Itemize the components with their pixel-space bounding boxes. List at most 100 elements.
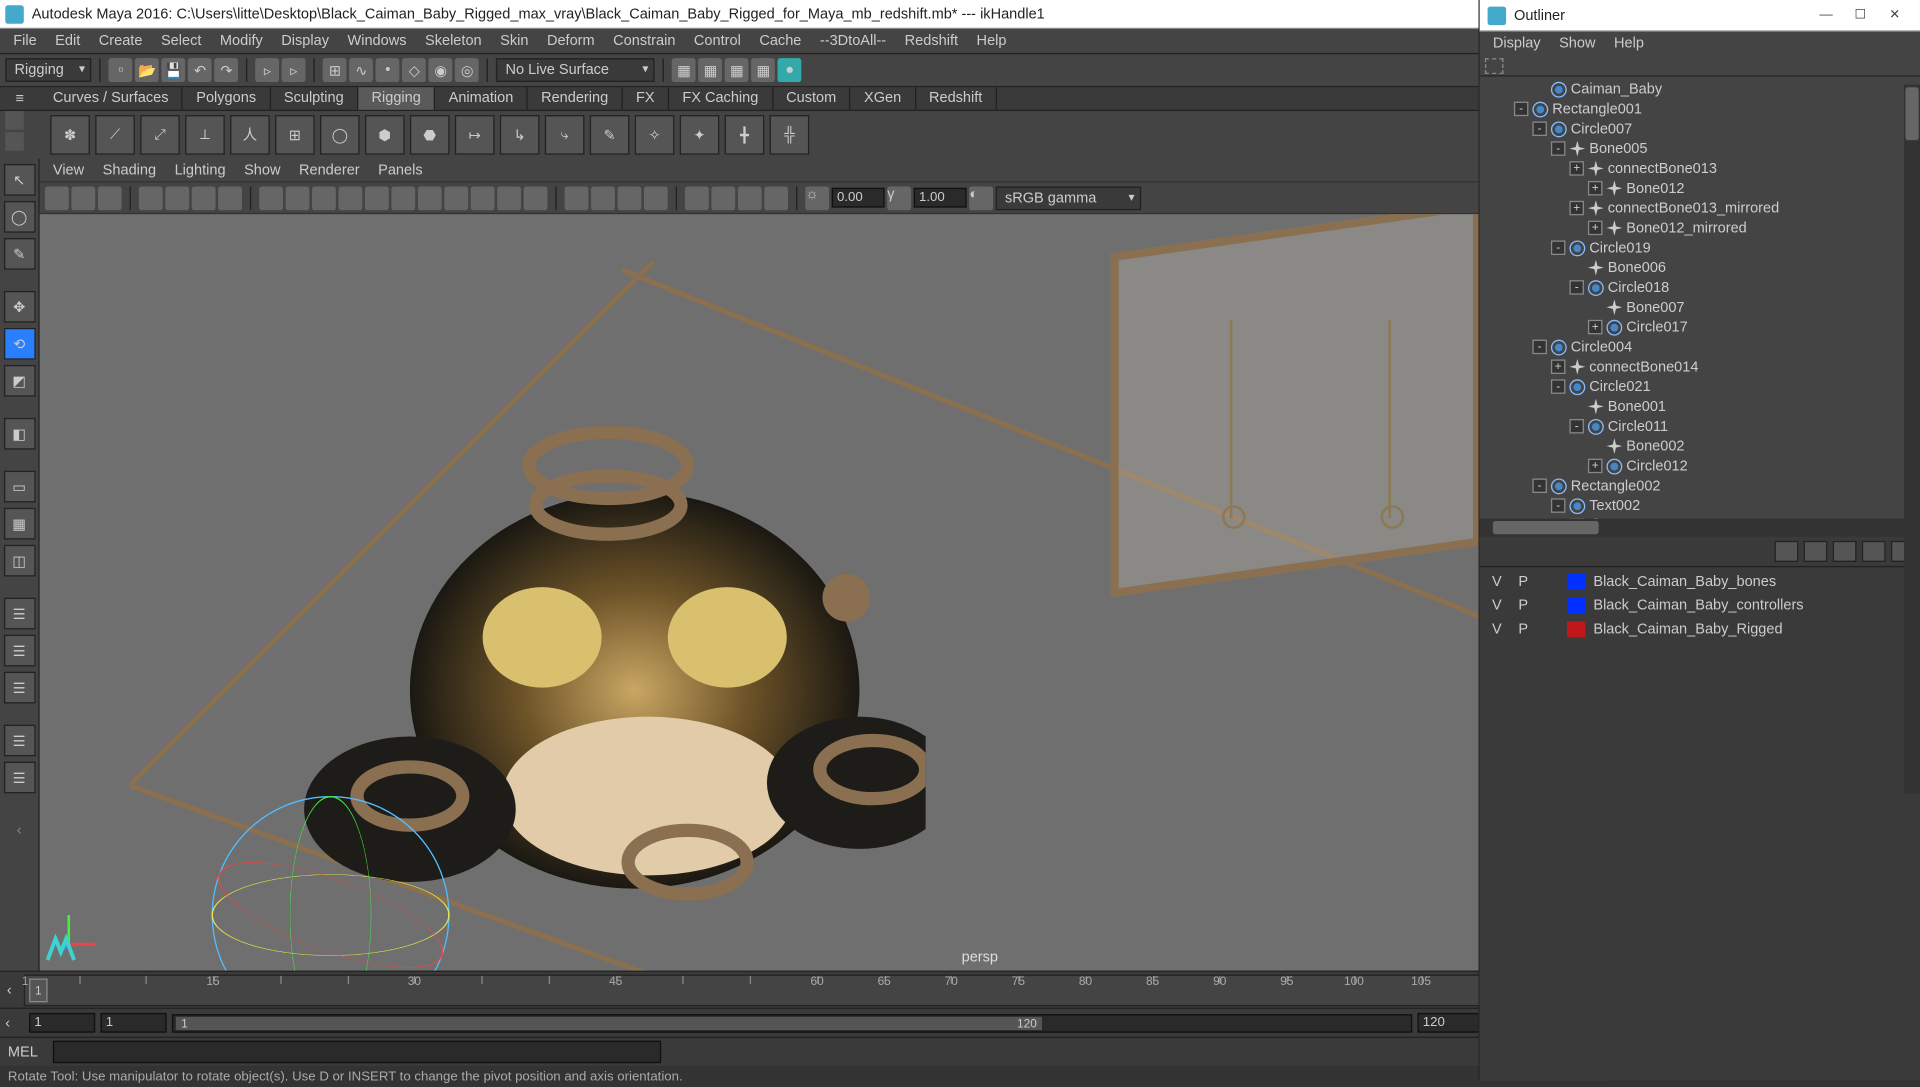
color-mgmt-icon[interactable]: ◐ <box>969 186 993 210</box>
layer-btn[interactable] <box>1775 541 1799 562</box>
vt-icon[interactable] <box>165 186 189 210</box>
menu-windows[interactable]: Windows <box>340 30 415 51</box>
layout-uv-icon[interactable]: ☰ <box>3 762 35 794</box>
menu-file[interactable]: File <box>5 30 44 51</box>
vt-icon[interactable] <box>391 186 415 210</box>
snap-point-icon[interactable]: • <box>376 58 400 82</box>
range-collapse-icon[interactable]: ‹ <box>5 1015 24 1031</box>
shelf-tab-custom[interactable]: Custom <box>773 87 851 109</box>
tree-node-Circle021[interactable]: -Circle021 <box>1480 377 1920 397</box>
rotate-manipulator[interactable] <box>212 796 450 971</box>
menu-constrain[interactable]: Constrain <box>605 30 683 51</box>
menu-display[interactable]: Display <box>273 30 337 51</box>
menu-dtoall[interactable]: --3DtoAll-- <box>812 30 894 51</box>
vt-icon[interactable] <box>644 186 668 210</box>
vt-icon[interactable] <box>192 186 216 210</box>
menu-skeleton[interactable]: Skeleton <box>417 30 489 51</box>
layout-persp-icon[interactable]: ☰ <box>3 635 35 667</box>
shelf-icon-7[interactable]: ⬢ <box>365 115 405 155</box>
exposure-field[interactable] <box>832 188 885 208</box>
layout-single-icon[interactable]: ▭ <box>3 471 35 503</box>
playback-start-field[interactable] <box>100 1013 166 1033</box>
shelf-icon-16[interactable]: ╬ <box>770 115 810 155</box>
vt-icon[interactable] <box>218 186 242 210</box>
shelf-tab-rigging[interactable]: Rigging <box>358 87 435 109</box>
minimize-icon[interactable]: — <box>1809 8 1843 23</box>
panel-menu-view[interactable]: View <box>45 159 92 180</box>
last-tool[interactable]: ◧ <box>3 418 35 450</box>
paint-select-tool[interactable]: ✎ <box>3 238 35 270</box>
layer-btn[interactable] <box>1804 541 1828 562</box>
shelf-tab-xgen[interactable]: XGen <box>851 87 916 109</box>
vt-icon[interactable] <box>497 186 521 210</box>
shelf-icon-12[interactable]: ✎ <box>590 115 630 155</box>
shelf-tab-curves-surfaces[interactable]: Curves / Surfaces <box>40 87 183 109</box>
layout-outliner-icon[interactable]: ☰ <box>3 598 35 630</box>
shelf-tab-fx[interactable]: FX <box>623 87 669 109</box>
shelf-tab-rendering[interactable]: Rendering <box>528 87 623 109</box>
tree-node-Bone012_mirrored[interactable]: +Bone012_mirrored <box>1480 218 1920 238</box>
tree-node-Circle019[interactable]: -Circle019 <box>1480 238 1920 258</box>
panel-menu-show[interactable]: Show <box>236 159 288 180</box>
vt-icon[interactable] <box>565 186 589 210</box>
tree-node-Circle007[interactable]: -Circle007 <box>1480 119 1920 139</box>
collapse-icon[interactable]: - <box>1533 479 1548 494</box>
layer-playback[interactable]: P <box>1514 621 1533 637</box>
layer-row[interactable]: VPBlack_Caiman_Baby_bones <box>1480 570 1920 594</box>
gamma-icon[interactable]: ☼ <box>805 186 829 210</box>
scale-tool[interactable]: ◩ <box>3 365 35 397</box>
playback-end-field[interactable] <box>1418 1013 1484 1033</box>
expand-icon[interactable]: + <box>1588 320 1603 335</box>
tree-node-Circle004[interactable]: -Circle004 <box>1480 337 1920 357</box>
collapse-icon[interactable]: - <box>1570 280 1585 295</box>
live-surface-dropdown[interactable]: No Live Surface <box>496 58 655 82</box>
sel-mask-icon[interactable]: ▹ <box>282 58 306 82</box>
shelf-tab-animation[interactable]: Animation <box>435 87 527 109</box>
vt-icon[interactable] <box>45 186 69 210</box>
range-slider[interactable]: 1120 <box>172 1014 1412 1033</box>
layer-color-swatch[interactable] <box>1567 621 1586 637</box>
shelf-icon-5[interactable]: ⊞ <box>275 115 315 155</box>
script-lang-toggle[interactable]: MEL <box>0 1044 53 1060</box>
collapse-icon[interactable]: - <box>1570 419 1585 434</box>
tree-node-connectBone013[interactable]: +connectBone013 <box>1480 159 1920 179</box>
collapse-icon[interactable]: ‹ <box>3 815 35 847</box>
panel-menu-panels[interactable]: Panels <box>370 159 430 180</box>
collapse-icon[interactable]: - <box>1533 340 1548 355</box>
anim-start-field[interactable] <box>29 1013 95 1033</box>
rotate-tool[interactable]: ⟲ <box>3 328 35 360</box>
shelf-icon-0[interactable]: ✽ <box>50 115 90 155</box>
menu-modify[interactable]: Modify <box>212 30 271 51</box>
shelf-menu-icon[interactable]: ≡ <box>0 87 40 109</box>
tree-node-Bone007[interactable]: Bone007 <box>1480 298 1920 318</box>
layer-btn[interactable] <box>1833 541 1857 562</box>
shelf-tab-sculpting[interactable]: Sculpting <box>271 87 359 109</box>
layer-playback[interactable]: P <box>1514 598 1533 614</box>
open-scene-icon[interactable]: 📂 <box>135 58 159 82</box>
snap-live-icon[interactable]: ◉ <box>429 58 453 82</box>
new-scene-icon[interactable]: ▫ <box>109 58 133 82</box>
vt-icon[interactable] <box>711 186 735 210</box>
gamma-field[interactable] <box>914 188 967 208</box>
menu-redshift[interactable]: Redshift <box>897 30 966 51</box>
ipr-icon[interactable]: ▦ <box>725 58 749 82</box>
panel-menu-renderer[interactable]: Renderer <box>291 159 368 180</box>
expand-icon[interactable]: + <box>1570 161 1585 176</box>
shelf-icon-4[interactable]: 人 <box>230 115 270 155</box>
tree-node-connectBone013_mirrored[interactable]: +connectBone013_mirrored <box>1480 198 1920 218</box>
gamma-icon[interactable]: γ <box>887 186 911 210</box>
move-tool[interactable]: ✥ <box>3 291 35 323</box>
layer-row[interactable]: VPBlack_Caiman_Baby_controllers <box>1480 594 1920 618</box>
lasso-tool[interactable]: ◯ <box>3 201 35 233</box>
undo-icon[interactable]: ↶ <box>188 58 212 82</box>
time-collapse-icon[interactable]: ‹ <box>0 982 19 998</box>
tree-node-Caiman_Baby[interactable]: Caiman_Baby <box>1480 79 1920 99</box>
render-icon[interactable]: ▦ <box>699 58 723 82</box>
layer-playback[interactable]: P <box>1514 574 1533 590</box>
layout-graph-icon[interactable]: ☰ <box>3 672 35 704</box>
tree-node-Circle011[interactable]: -Circle011 <box>1480 417 1920 437</box>
snap-grid-icon[interactable]: ⊞ <box>323 58 347 82</box>
vt-icon[interactable] <box>444 186 468 210</box>
vt-icon[interactable] <box>685 186 709 210</box>
menu-help[interactable]: Help <box>969 30 1015 51</box>
